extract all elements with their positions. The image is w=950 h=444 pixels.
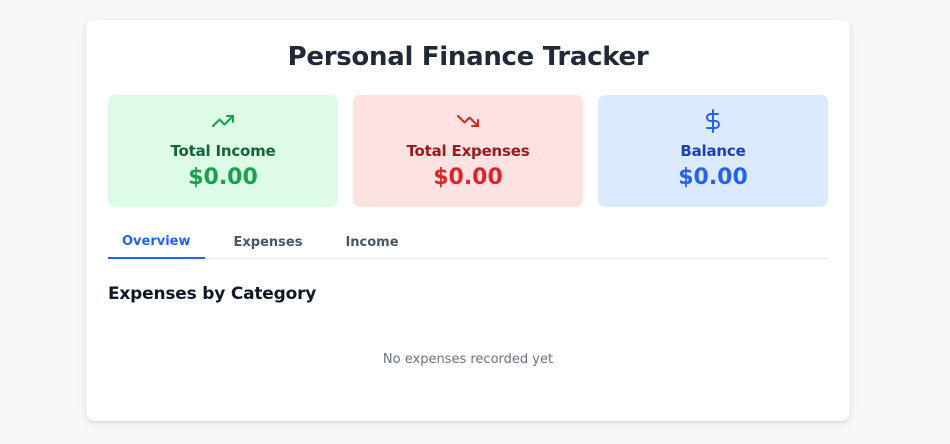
finance-card: Personal Finance Tracker Total Income $0… <box>86 20 850 421</box>
stats-row: Total Income $0.00 Total Expenses $0.00 … <box>108 95 828 207</box>
tab-income[interactable]: Income <box>331 225 412 259</box>
balance-label: Balance <box>680 142 746 160</box>
dollar-sign-icon <box>701 109 725 133</box>
balance-card: Balance $0.00 <box>598 95 828 207</box>
section-title: Expenses by Category <box>108 284 317 304</box>
tab-overview[interactable]: Overview <box>108 225 205 259</box>
income-label: Total Income <box>170 142 276 160</box>
expenses-card: Total Expenses $0.00 <box>353 95 583 207</box>
income-card: Total Income $0.00 <box>108 95 338 207</box>
empty-state-message: No expenses recorded yet <box>382 352 554 367</box>
tab-expenses[interactable]: Expenses <box>220 225 317 259</box>
income-value: $0.00 <box>188 165 258 190</box>
page-title: Personal Finance Tracker <box>287 42 649 72</box>
expenses-value: $0.00 <box>433 165 503 190</box>
trending-down-icon <box>456 109 480 133</box>
expenses-label: Total Expenses <box>406 142 530 160</box>
trending-up-icon <box>211 109 235 133</box>
tab-bar: Overview Expenses Income <box>108 225 828 259</box>
balance-value: $0.00 <box>678 165 748 190</box>
